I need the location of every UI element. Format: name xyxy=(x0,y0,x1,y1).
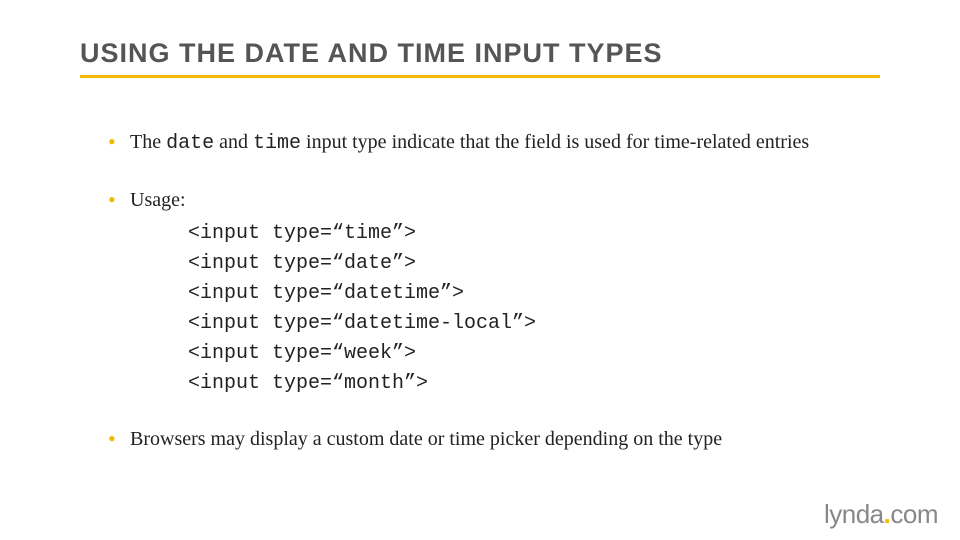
brand-tld: com xyxy=(890,499,938,529)
bullet-1-code-date: date xyxy=(166,132,214,155)
code-line-1: <input type=“time”> xyxy=(188,219,880,249)
brand-logo: lynda.com xyxy=(824,499,938,530)
bullet-3-text: Browsers may display a custom date or ti… xyxy=(130,428,722,450)
slide-content: The date and time input type indicate th… xyxy=(80,128,880,454)
code-line-2: <input type=“date”> xyxy=(188,249,880,279)
bullet-1-text-mid: and xyxy=(214,131,253,153)
bullet-2-label: Usage: xyxy=(130,189,186,211)
code-block: <input type=“time”> <input type=“date”> … xyxy=(130,219,880,399)
bullet-1-text-post: input type indicate that the field is us… xyxy=(301,131,809,153)
code-line-3: <input type=“datetime”> xyxy=(188,279,880,309)
code-line-6: <input type=“month”> xyxy=(188,369,880,399)
code-line-4: <input type=“datetime-local”> xyxy=(188,309,880,339)
bullet-1: The date and time input type indicate th… xyxy=(108,128,880,158)
slide: USING THE DATE AND TIME INPUT TYPES The … xyxy=(0,0,960,454)
brand-name: lynda xyxy=(824,499,884,529)
code-line-5: <input type=“week”> xyxy=(188,339,880,369)
slide-title: USING THE DATE AND TIME INPUT TYPES xyxy=(80,38,880,78)
bullet-1-code-time: time xyxy=(253,132,301,155)
bullet-2: Usage: <input type=“time”> <input type=“… xyxy=(108,186,880,399)
bullet-1-text-pre: The xyxy=(130,131,166,153)
bullet-3: Browsers may display a custom date or ti… xyxy=(108,425,880,454)
